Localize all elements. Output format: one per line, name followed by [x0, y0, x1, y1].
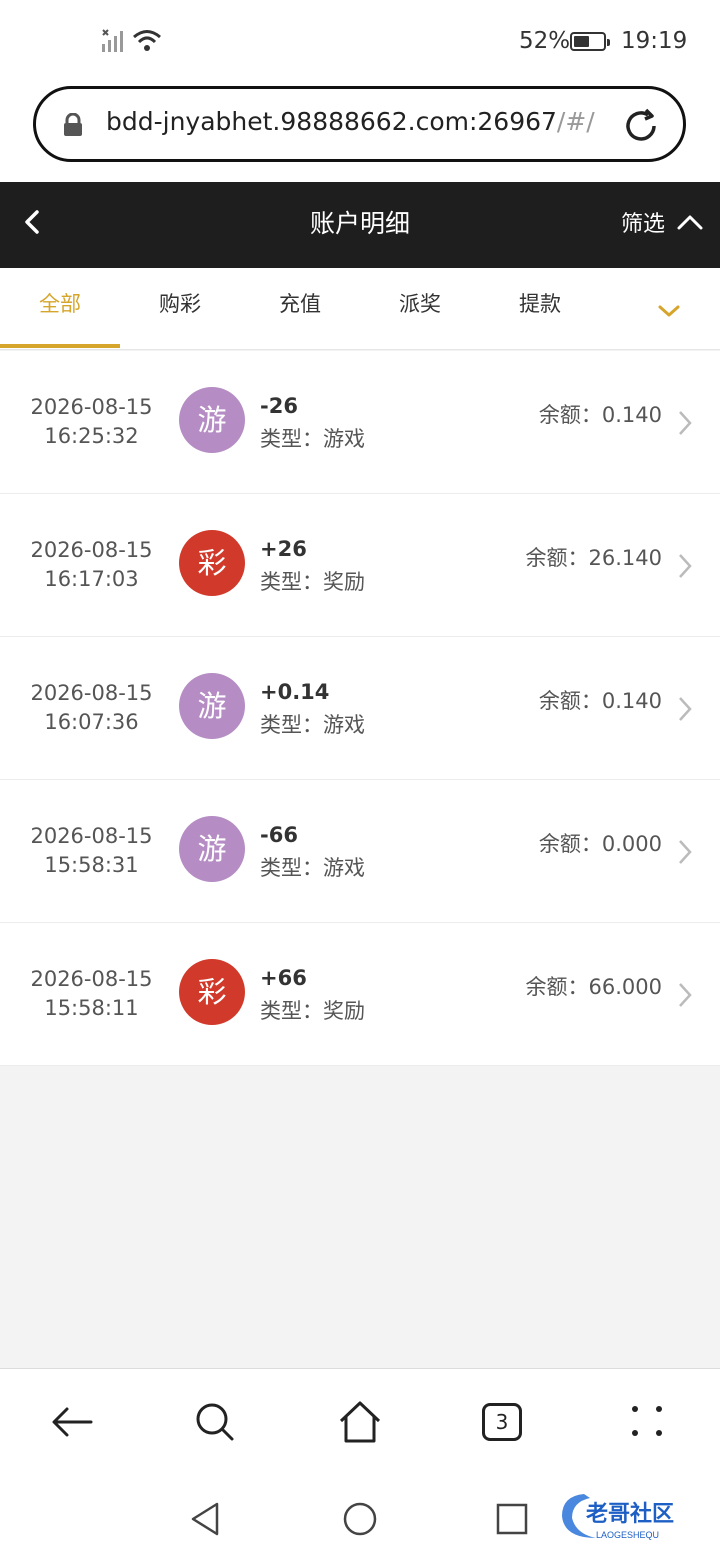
record-type: 类型：游戏 [260, 427, 365, 451]
back-arrow-icon[interactable] [49, 1399, 95, 1445]
tab-all[interactable]: 全部 [0, 288, 120, 318]
wifi-icon [133, 30, 161, 51]
record-time: 16:25:32 [44, 424, 139, 448]
more-icon[interactable] [625, 1399, 671, 1445]
record-balance: 余额：0.140 [538, 403, 662, 427]
tab-deposit[interactable]: 充值 [240, 288, 360, 318]
active-tab-indicator [0, 344, 120, 348]
record-date: 2026-08-15 [30, 967, 153, 991]
browser-toolbar: bdd-jnyabhet.98888662.com:26967/#/u [0, 84, 720, 182]
browser-bottom-nav: 3 [0, 1368, 720, 1482]
watermark-logo: 老哥社区 LAOGESHEQU [562, 1494, 674, 1540]
tabs-icon[interactable]: 3 [482, 1403, 522, 1441]
record-date: 2026-08-15 [30, 681, 153, 705]
url-host: bdd-jnyabhet.98888662.com:26967 [106, 107, 557, 136]
record-time: 15:58:11 [44, 996, 139, 1020]
list-item[interactable]: 2026-08-15 15:58:11 彩 +66 类型：奖励 余额：66.00… [0, 923, 720, 1066]
record-amount: -66 [260, 823, 298, 847]
record-amount: +66 [260, 966, 307, 990]
record-balance: 余额：66.000 [525, 975, 662, 999]
svg-text:LAOGESHEQU: LAOGESHEQU [596, 1530, 659, 1540]
signal-icon [102, 29, 123, 52]
status-bar: 52% 19:19 [0, 0, 720, 84]
list-item[interactable]: 2026-08-15 15:58:31 游 -66 类型：游戏 余额：0.000 [0, 780, 720, 923]
tab-withdraw[interactable]: 提款 [480, 288, 600, 318]
record-date: 2026-08-15 [30, 395, 153, 419]
record-date: 2026-08-15 [30, 538, 153, 562]
recents-square-icon[interactable] [493, 1500, 531, 1538]
list-item[interactable]: 2026-08-15 16:25:32 游 -26 类型：游戏 余额：0.140 [0, 351, 720, 494]
list-item[interactable]: 2026-08-15 16:07:36 游 +0.14 类型：游戏 余额：0.1… [0, 637, 720, 780]
home-circle-icon[interactable] [341, 1500, 379, 1538]
record-amount: +0.14 [260, 680, 330, 704]
chevron-right-icon [679, 411, 692, 435]
type-badge: 彩 [179, 530, 245, 596]
record-time: 16:07:36 [44, 710, 139, 734]
record-date: 2026-08-15 [30, 824, 153, 848]
record-amount: +26 [260, 537, 307, 561]
record-type: 类型：奖励 [260, 999, 365, 1023]
url-text[interactable]: bdd-jnyabhet.98888662.com:26967/#/u [106, 107, 596, 136]
back-triangle-icon[interactable] [187, 1500, 225, 1538]
record-time: 15:58:31 [44, 853, 139, 877]
type-badge: 游 [179, 673, 245, 739]
category-tabs: 全部 购彩 充值 派奖 提款 [0, 268, 720, 350]
address-bar[interactable]: bdd-jnyabhet.98888662.com:26967/#/u [33, 86, 686, 162]
transaction-list: 2026-08-15 16:25:32 游 -26 类型：游戏 余额：0.140… [0, 351, 720, 1066]
battery-icon [570, 32, 610, 51]
type-badge: 游 [179, 387, 245, 453]
record-time: 16:17:03 [44, 567, 139, 591]
chevron-up-icon[interactable] [676, 212, 704, 232]
record-balance: 余额：0.140 [538, 689, 662, 713]
chevron-right-icon [679, 983, 692, 1007]
system-nav-bar: 老哥社区 LAOGESHEQU [0, 1482, 720, 1560]
chevron-right-icon [679, 554, 692, 578]
record-type: 类型：奖励 [260, 570, 365, 594]
search-icon[interactable] [192, 1399, 238, 1445]
record-amount: -26 [260, 394, 298, 418]
home-icon[interactable] [337, 1399, 383, 1445]
svg-text:老哥社区: 老哥社区 [585, 1501, 674, 1526]
record-type: 类型：游戏 [260, 713, 365, 737]
type-badge: 彩 [179, 959, 245, 1025]
chevron-right-icon [679, 697, 692, 721]
chevron-down-icon[interactable] [656, 302, 682, 320]
lock-icon [64, 113, 82, 136]
list-item[interactable]: 2026-08-15 16:17:03 彩 +26 类型：奖励 余额：26.14… [0, 494, 720, 637]
record-balance: 余额：0.000 [538, 832, 662, 856]
record-type: 类型：游戏 [260, 856, 365, 880]
clock: 19:19 [621, 28, 688, 54]
type-badge: 游 [179, 816, 245, 882]
reload-icon[interactable] [621, 106, 661, 146]
filter-button[interactable]: 筛选 [621, 206, 665, 238]
tab-lottery-purchase[interactable]: 购彩 [120, 288, 240, 318]
url-path: /#/u [556, 107, 596, 136]
record-balance: 余额：26.140 [525, 546, 662, 570]
chevron-right-icon [679, 840, 692, 864]
page-header: 账户明细 筛选 [0, 182, 720, 268]
page-title: 账户明细 [309, 209, 410, 238]
tab-payout[interactable]: 派奖 [360, 288, 480, 318]
battery-percent: 52% [519, 28, 571, 54]
